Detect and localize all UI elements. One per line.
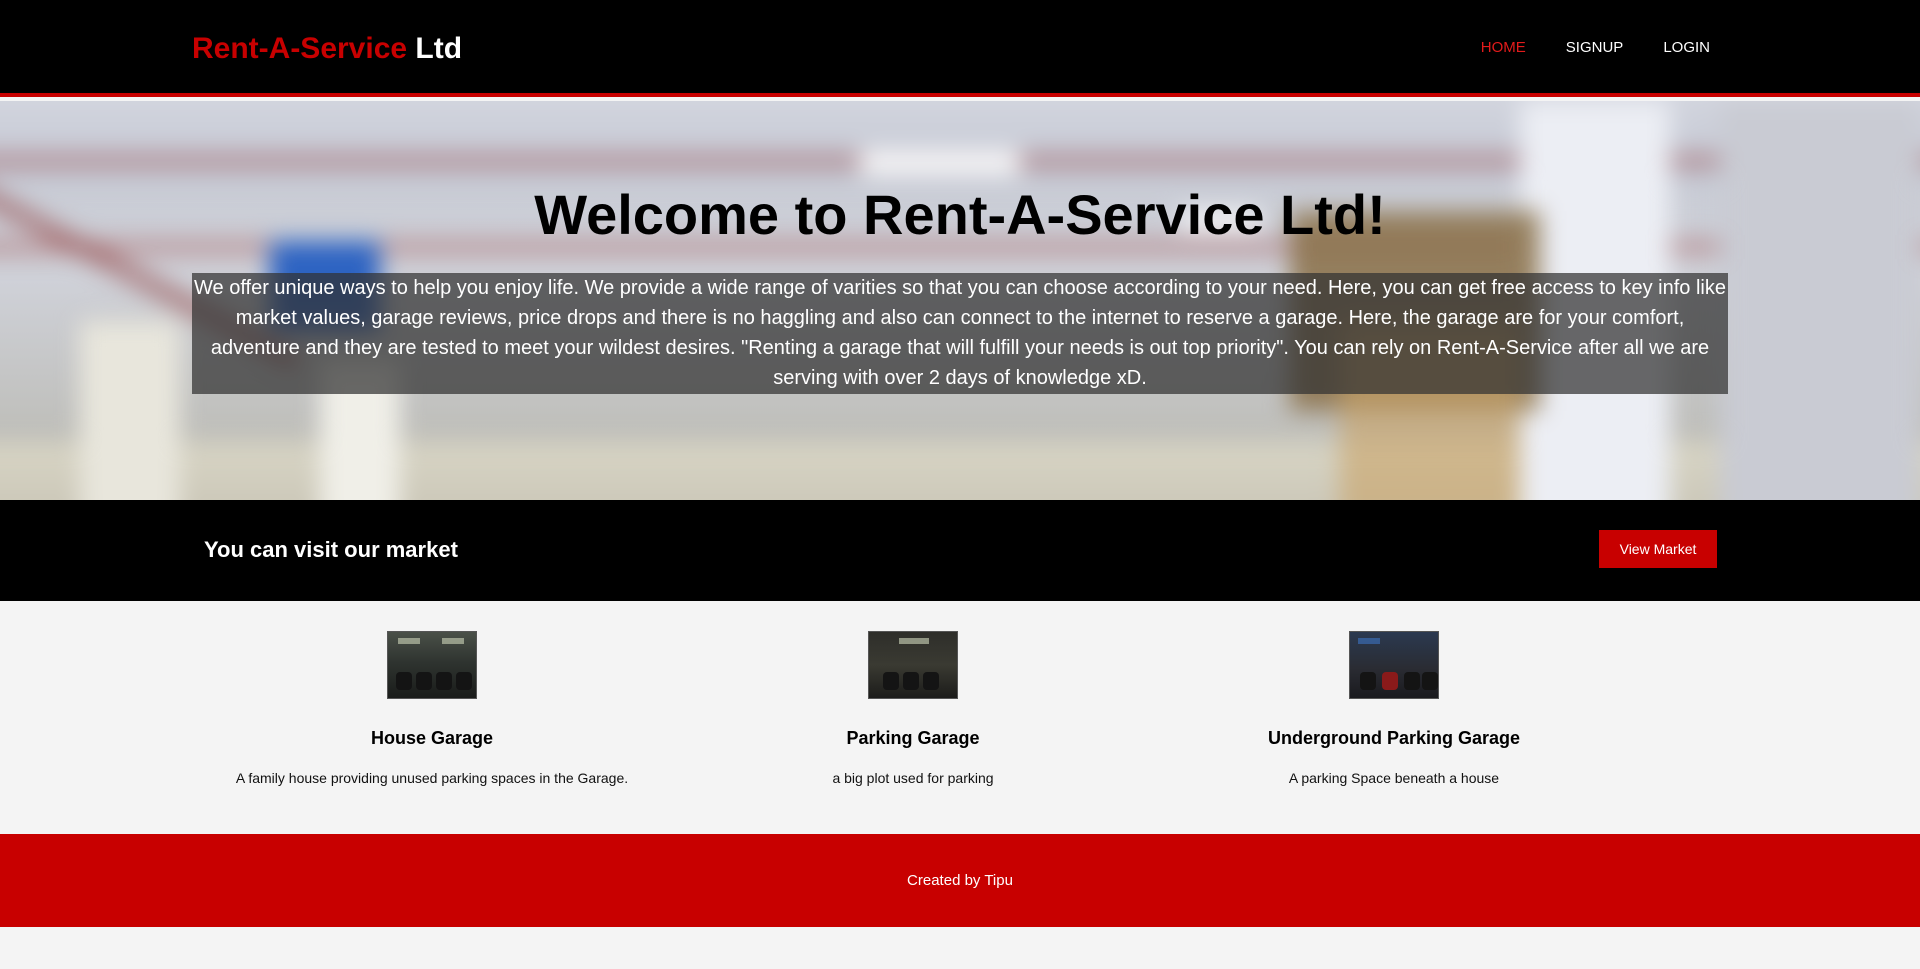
house-garage-image <box>387 631 477 699</box>
hero-title: Welcome to Rent-A-Service Ltd! <box>534 183 1386 246</box>
card-title: Parking Garage <box>846 728 980 748</box>
footer-credit: Created by Tipu <box>907 872 1013 889</box>
parking-garage-image <box>868 631 958 699</box>
card-description: A family house providing unused parking … <box>235 770 629 786</box>
hero-text-box: We offer unique ways to help you enjoy l… <box>192 273 1728 394</box>
site-footer: Created by Tipu <box>0 834 1920 927</box>
logo-text-red: Rent-A-Service <box>192 32 408 65</box>
card-title: House Garage <box>370 728 494 748</box>
market-banner: You can visit our market View Market <box>0 500 1920 601</box>
logo-text-white: Ltd <box>415 32 463 65</box>
garage-card-parking: Parking Garage a big plot used for parki… <box>693 631 1133 787</box>
nav-home-link[interactable]: HOME <box>1481 38 1526 58</box>
underground-garage-image <box>1349 631 1439 699</box>
card-description: A parking Space beneath a house <box>1288 770 1500 786</box>
site-logo[interactable]: Rent-A-Service Ltd <box>192 31 462 67</box>
garage-card-underground: Underground Parking Garage A parking Spa… <box>1174 631 1614 787</box>
nav-signup-link[interactable]: SIGNUP <box>1566 38 1624 58</box>
view-market-button[interactable]: View Market <box>1599 530 1717 568</box>
garage-cards-section: House Garage A family house providing un… <box>0 601 1920 834</box>
garage-card-house: House Garage A family house providing un… <box>212 631 652 787</box>
hero-section: Welcome to Rent-A-Service Ltd! We offer … <box>0 101 1920 500</box>
hero-description: We offer unique ways to help you enjoy l… <box>194 277 1726 389</box>
nav-login-link[interactable]: LOGIN <box>1663 38 1710 58</box>
card-title: Underground Parking Garage <box>1267 728 1521 748</box>
site-header: Rent-A-Service Ltd HOME SIGNUP LOGIN <box>0 0 1920 97</box>
market-heading: You can visit our market <box>204 537 458 562</box>
card-description: a big plot used for parking <box>832 770 994 786</box>
main-nav: HOME SIGNUP LOGIN <box>1481 38 1710 58</box>
